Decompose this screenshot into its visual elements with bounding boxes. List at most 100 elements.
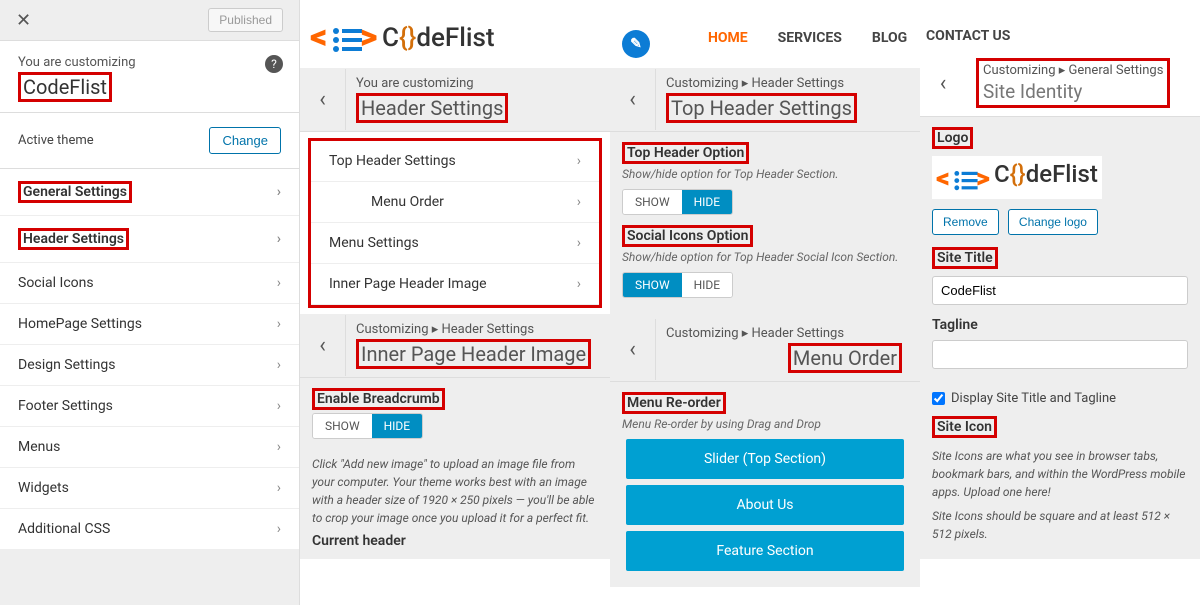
toggle-show[interactable]: SHOW bbox=[623, 190, 682, 214]
top-header-option-desc: Show/hide option for Top Header Section. bbox=[622, 167, 908, 181]
sidebar-item-widgets[interactable]: Widgets› bbox=[0, 468, 299, 509]
header-settings-sections: Top Header Settings› Menu Order› Menu Se… bbox=[300, 138, 610, 308]
panel-title: Site Identity bbox=[983, 80, 1163, 103]
chevron-right-icon: › bbox=[277, 357, 281, 373]
panel-title: Inner Page Header Image bbox=[356, 339, 591, 369]
top-header-options: Top Header Option Show/hide option for T… bbox=[610, 132, 920, 318]
chevron-right-icon: › bbox=[277, 275, 281, 291]
site-name: CodeFlist bbox=[18, 72, 112, 102]
tagline-label: Tagline bbox=[932, 317, 978, 333]
site-nav: ✎ HOME SERVICES BLOG bbox=[610, 0, 920, 68]
customizer-sidebar: ✕ Published ? You are customizing CodeFl… bbox=[0, 0, 300, 605]
reorder-item-about[interactable]: About Us bbox=[626, 485, 904, 525]
back-icon[interactable]: ‹ bbox=[610, 319, 656, 380]
site-title-label: Site Title bbox=[932, 247, 998, 269]
site-identity-options: Logo < > C{}deFlist Remove Change logo S… bbox=[920, 117, 1200, 559]
remove-logo-button[interactable]: Remove bbox=[932, 209, 999, 235]
chevron-right-icon: › bbox=[277, 480, 281, 496]
menu-order-breadcrumb: ‹ Customizing ▸ Header Settings Menu Ord… bbox=[610, 318, 920, 382]
enable-breadcrumb-label: Enable Breadcrumb bbox=[312, 388, 445, 410]
toggle-hide[interactable]: HIDE bbox=[682, 273, 733, 297]
nav-contact[interactable]: CONTACT US bbox=[920, 0, 1200, 50]
top-header-panel: ✎ HOME SERVICES BLOG ‹ Customizing ▸ Hea… bbox=[610, 0, 920, 605]
reorder-item-slider[interactable]: Slider (Top Section) bbox=[626, 439, 904, 479]
sidebar-item-menus[interactable]: Menus› bbox=[0, 427, 299, 468]
site-icon-help-1: Site Icons are what you see in browser t… bbox=[932, 447, 1188, 501]
social-icons-option-label: Social Icons Option bbox=[622, 225, 753, 247]
back-icon[interactable]: ‹ bbox=[300, 69, 346, 130]
back-icon[interactable]: ‹ bbox=[920, 53, 966, 114]
current-header-label: Current header bbox=[312, 533, 598, 549]
svg-text:>: > bbox=[976, 163, 990, 194]
chevron-right-icon: › bbox=[277, 184, 281, 200]
top-header-toggle[interactable]: SHOW HIDE bbox=[622, 189, 733, 215]
sidebar-item-header-settings[interactable]: Header Settings› bbox=[0, 216, 299, 263]
section-menu-order[interactable]: Menu Order› bbox=[311, 182, 599, 223]
change-logo-button[interactable]: Change logo bbox=[1008, 209, 1098, 235]
chevron-right-icon: › bbox=[277, 521, 281, 537]
toggle-show[interactable]: SHOW bbox=[313, 414, 372, 438]
back-icon[interactable]: ‹ bbox=[610, 69, 656, 130]
logo-label: Logo bbox=[932, 127, 973, 149]
breadcrumb-toggle[interactable]: SHOW HIDE bbox=[312, 413, 423, 439]
site-identity-panel: CONTACT US ‹ Customizing ▸ General Setti… bbox=[920, 0, 1200, 605]
reorder-item-feature[interactable]: Feature Section bbox=[626, 531, 904, 571]
tagline-input[interactable] bbox=[932, 340, 1188, 369]
sidebar-item-homepage-settings[interactable]: HomePage Settings› bbox=[0, 304, 299, 345]
toggle-hide[interactable]: HIDE bbox=[372, 414, 423, 438]
nav-blog[interactable]: BLOG bbox=[872, 30, 907, 58]
publish-button[interactable]: Published bbox=[208, 8, 283, 32]
site-icon-help-2: Site Icons should be square and at least… bbox=[932, 507, 1188, 543]
chevron-right-icon: › bbox=[277, 398, 281, 414]
settings-accordion: General Settings› Header Settings› Socia… bbox=[0, 169, 299, 550]
change-theme-button[interactable]: Change bbox=[209, 127, 281, 154]
sidebar-item-additional-css[interactable]: Additional CSS› bbox=[0, 509, 299, 550]
logo-icon: < > bbox=[936, 163, 992, 195]
inner-page-options: Enable Breadcrumb SHOW HIDE Click "Add n… bbox=[300, 378, 610, 559]
close-icon[interactable]: ✕ bbox=[16, 10, 31, 31]
svg-text:<: < bbox=[936, 163, 950, 194]
chevron-right-icon: › bbox=[577, 235, 581, 251]
section-inner-page-header-image[interactable]: Inner Page Header Image› bbox=[311, 264, 599, 305]
back-icon[interactable]: ‹ bbox=[300, 315, 346, 376]
social-icons-toggle[interactable]: SHOW HIDE bbox=[622, 272, 733, 298]
breadcrumb-path: Customizing ▸ Header Settings bbox=[666, 76, 910, 91]
nav-home[interactable]: HOME bbox=[708, 30, 748, 58]
customizing-label: You are customizing bbox=[356, 76, 600, 91]
header-image-help: Click "Add new image" to upload an image… bbox=[312, 455, 598, 527]
svg-text:>: > bbox=[360, 18, 377, 57]
svg-text:<: < bbox=[310, 18, 327, 57]
display-title-checkbox-input[interactable] bbox=[932, 392, 945, 405]
help-icon[interactable]: ? bbox=[265, 55, 283, 73]
section-top-header-settings[interactable]: Top Header Settings› bbox=[311, 141, 599, 182]
site-title-input[interactable] bbox=[932, 276, 1188, 305]
site-logo: < > C{}deFlist bbox=[300, 0, 610, 68]
panel-title: Menu Order bbox=[788, 343, 902, 373]
chevron-right-icon: › bbox=[577, 276, 581, 292]
top-header-breadcrumb: ‹ Customizing ▸ Header Settings Top Head… bbox=[610, 68, 920, 132]
toggle-show[interactable]: SHOW bbox=[623, 273, 682, 297]
chevron-right-icon: › bbox=[577, 194, 581, 210]
customizer-heading: ? You are customizing CodeFlist bbox=[0, 41, 299, 113]
sidebar-item-social-icons[interactable]: Social Icons› bbox=[0, 263, 299, 304]
breadcrumb-path: Customizing ▸ Header Settings bbox=[356, 322, 600, 337]
menu-reorder-label: Menu Re-order bbox=[622, 392, 726, 414]
header-settings-panel: < > C{}deFlist ‹ You are customizing Hea… bbox=[300, 0, 610, 605]
chevron-right-icon: › bbox=[577, 153, 581, 169]
breadcrumb-path: Customizing ▸ General Settings bbox=[983, 63, 1163, 78]
display-title-label: Display Site Title and Tagline bbox=[951, 391, 1116, 406]
panel-title: Header Settings bbox=[356, 93, 508, 123]
nav-services[interactable]: SERVICES bbox=[778, 30, 842, 58]
toggle-hide[interactable]: HIDE bbox=[682, 190, 733, 214]
sidebar-item-footer-settings[interactable]: Footer Settings› bbox=[0, 386, 299, 427]
sidebar-item-general-settings[interactable]: General Settings› bbox=[0, 169, 299, 216]
top-header-option-label: Top Header Option bbox=[622, 142, 749, 164]
section-menu-settings[interactable]: Menu Settings› bbox=[311, 223, 599, 264]
breadcrumb-path: Customizing ▸ Header Settings bbox=[666, 326, 910, 341]
customizer-topbar: ✕ Published bbox=[0, 0, 299, 41]
edit-shortcut-icon[interactable]: ✎ bbox=[622, 30, 650, 58]
sidebar-item-design-settings[interactable]: Design Settings› bbox=[0, 345, 299, 386]
panel-title: Top Header Settings bbox=[666, 93, 857, 123]
logo-text: C{}deFlist bbox=[382, 23, 495, 53]
display-title-checkbox[interactable]: Display Site Title and Tagline bbox=[932, 391, 1188, 406]
